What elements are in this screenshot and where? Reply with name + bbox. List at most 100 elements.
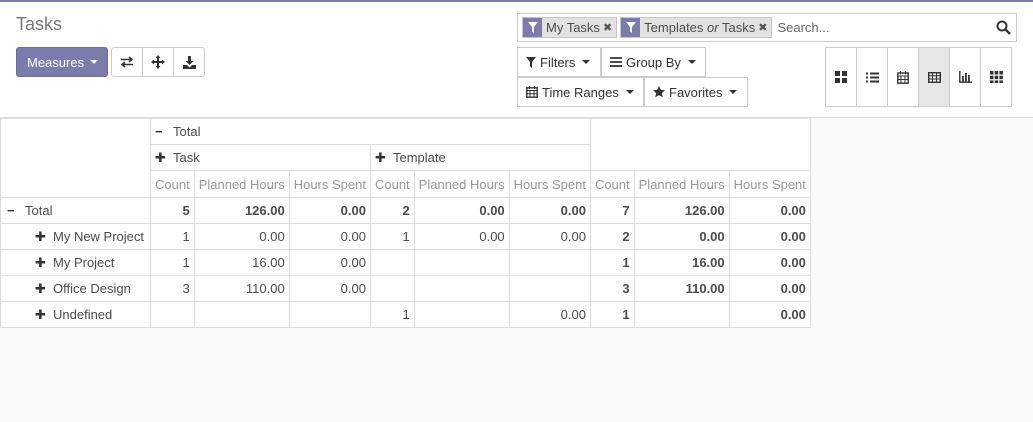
view-kanban-button[interactable] (825, 47, 857, 107)
view-list-button[interactable] (856, 47, 888, 107)
view-graph-button[interactable] (949, 47, 981, 107)
measure-header[interactable]: Planned Hours (633, 170, 730, 198)
groupby-dropdown[interactable]: Group By (601, 47, 706, 77)
table-cell[interactable]: 1 (369, 223, 415, 250)
table-row: ✚ Undefined 1 0.00 1 0.00 (0, 301, 811, 328)
measures-label: Measures (27, 54, 85, 70)
row-header[interactable]: ✚ My New Project (0, 223, 151, 250)
table-cell[interactable]: 1 (589, 301, 635, 328)
favorites-dropdown[interactable]: Favorites (644, 77, 748, 107)
row-header-label: My New Project (53, 228, 145, 244)
table-cell[interactable] (413, 249, 510, 276)
table-cell[interactable]: 0.00 (728, 275, 811, 302)
row-header-label: Undefined (53, 306, 113, 322)
pivot-header-row: − Total (0, 118, 811, 198)
measure-header[interactable]: Hours Spent (288, 170, 371, 198)
table-cell[interactable]: 16.00 (193, 249, 290, 276)
row-header[interactable]: ✚ Office Design (0, 275, 151, 302)
measure-header[interactable]: Hours Spent (508, 170, 591, 198)
table-cell[interactable]: 0.00 (728, 301, 811, 328)
view-grid-button[interactable] (980, 47, 1012, 107)
table-cell[interactable]: 7 (589, 197, 635, 224)
measure-header[interactable]: Count (369, 170, 415, 198)
expand-icon: ✚ (35, 280, 46, 296)
view-switcher (825, 47, 1012, 107)
measure-header[interactable]: Planned Hours (193, 170, 290, 198)
table-cell[interactable]: 126.00 (193, 197, 290, 224)
table-cell[interactable]: 1 (589, 249, 635, 276)
table-cell[interactable]: 0.00 (728, 197, 811, 224)
table-cell[interactable] (413, 301, 510, 328)
table-cell[interactable] (508, 249, 591, 276)
table-cell[interactable] (193, 301, 290, 328)
flip-axis-button[interactable] (111, 47, 143, 77)
table-cell[interactable] (369, 275, 415, 302)
col-header-total-spacer (589, 118, 811, 171)
filters-dropdown[interactable]: Filters (517, 47, 601, 77)
table-cell[interactable]: 0.00 (508, 197, 591, 224)
col-header-total[interactable]: − Total (150, 118, 591, 145)
row-header[interactable]: − Total (0, 197, 151, 224)
table-cell[interactable]: 110.00 (633, 275, 730, 302)
table-cell[interactable]: 2 (589, 223, 635, 250)
table-cell[interactable]: 0.00 (633, 223, 730, 250)
expand-all-icon (151, 55, 165, 69)
table-cell[interactable]: 16.00 (633, 249, 730, 276)
table-cell[interactable]: 5 (150, 197, 195, 224)
measure-header[interactable]: Planned Hours (413, 170, 510, 198)
measure-header[interactable]: Count (150, 170, 195, 198)
bar-chart-icon (958, 71, 972, 83)
download-button[interactable] (173, 47, 205, 77)
table-cell[interactable]: 0.00 (288, 223, 371, 250)
pivot-table: − Total ✚ Task ✚ Template Count Planned Hou… (0, 118, 811, 328)
table-cell[interactable]: 0.00 (413, 197, 510, 224)
table-cell[interactable]: 1 (150, 223, 195, 250)
table-cell[interactable]: 0.00 (193, 223, 290, 250)
time-ranges-dropdown[interactable]: Time Ranges (517, 77, 644, 107)
table-cell[interactable] (508, 275, 591, 302)
table-cell[interactable]: 126.00 (633, 197, 730, 224)
expand-all-button[interactable] (142, 47, 174, 77)
table-cell[interactable]: 1 (150, 249, 195, 276)
table-cell[interactable]: 3 (589, 275, 635, 302)
table-cell[interactable]: 110.00 (193, 275, 290, 302)
table-cell[interactable]: 1 (369, 301, 415, 328)
table-cell[interactable]: 0.00 (508, 223, 591, 250)
row-header[interactable]: ✚ My Project (0, 249, 151, 276)
row-header[interactable]: ✚ Undefined (0, 301, 151, 328)
search-input[interactable] (775, 16, 990, 39)
remove-facet-icon[interactable]: ✖ (603, 21, 616, 34)
kanban-icon (835, 71, 847, 83)
table-row: ✚ My New Project 1 0.00 0.00 1 0.00 0.00 2 0.00 0.… (0, 223, 811, 250)
col-header-template[interactable]: ✚ Template (369, 144, 591, 171)
calendar-icon (526, 86, 538, 98)
search-icon[interactable] (990, 20, 1016, 35)
pivot-body: − Total 5 126.00 0.00 2 0.00 0.00 7 126.00 0.00 ✚ My… (0, 197, 811, 328)
table-cell[interactable] (288, 301, 371, 328)
page-title: Tasks (16, 14, 63, 34)
view-calendar-button[interactable] (887, 47, 919, 107)
table-cell[interactable]: 0.00 (288, 197, 371, 224)
table-cell[interactable]: 0.00 (728, 249, 811, 276)
table-cell[interactable] (633, 301, 730, 328)
filter-icon (523, 18, 542, 37)
pivot-corner (0, 118, 151, 198)
remove-facet-icon[interactable]: ✖ (758, 21, 771, 34)
measures-button[interactable]: Measures (16, 47, 108, 77)
table-cell[interactable]: 3 (150, 275, 195, 302)
table-row: − Total 5 126.00 0.00 2 0.00 0.00 7 126.00 0.00 (0, 197, 811, 224)
col-header-task[interactable]: ✚ Task (150, 144, 371, 171)
measure-header[interactable]: Hours Spent (728, 170, 811, 198)
expand-icon: ✚ (374, 149, 386, 165)
table-cell[interactable]: 0.00 (288, 249, 371, 276)
table-cell[interactable]: 0.00 (288, 275, 371, 302)
measure-header[interactable]: Count (589, 170, 635, 198)
table-cell[interactable] (369, 249, 415, 276)
table-cell[interactable]: 0.00 (728, 223, 811, 250)
table-cell[interactable]: 0.00 (508, 301, 591, 328)
table-cell[interactable]: 0.00 (413, 223, 510, 250)
table-cell[interactable]: 2 (369, 197, 415, 224)
table-cell[interactable] (413, 275, 510, 302)
table-cell[interactable] (150, 301, 195, 328)
view-pivot-button[interactable] (918, 47, 950, 107)
